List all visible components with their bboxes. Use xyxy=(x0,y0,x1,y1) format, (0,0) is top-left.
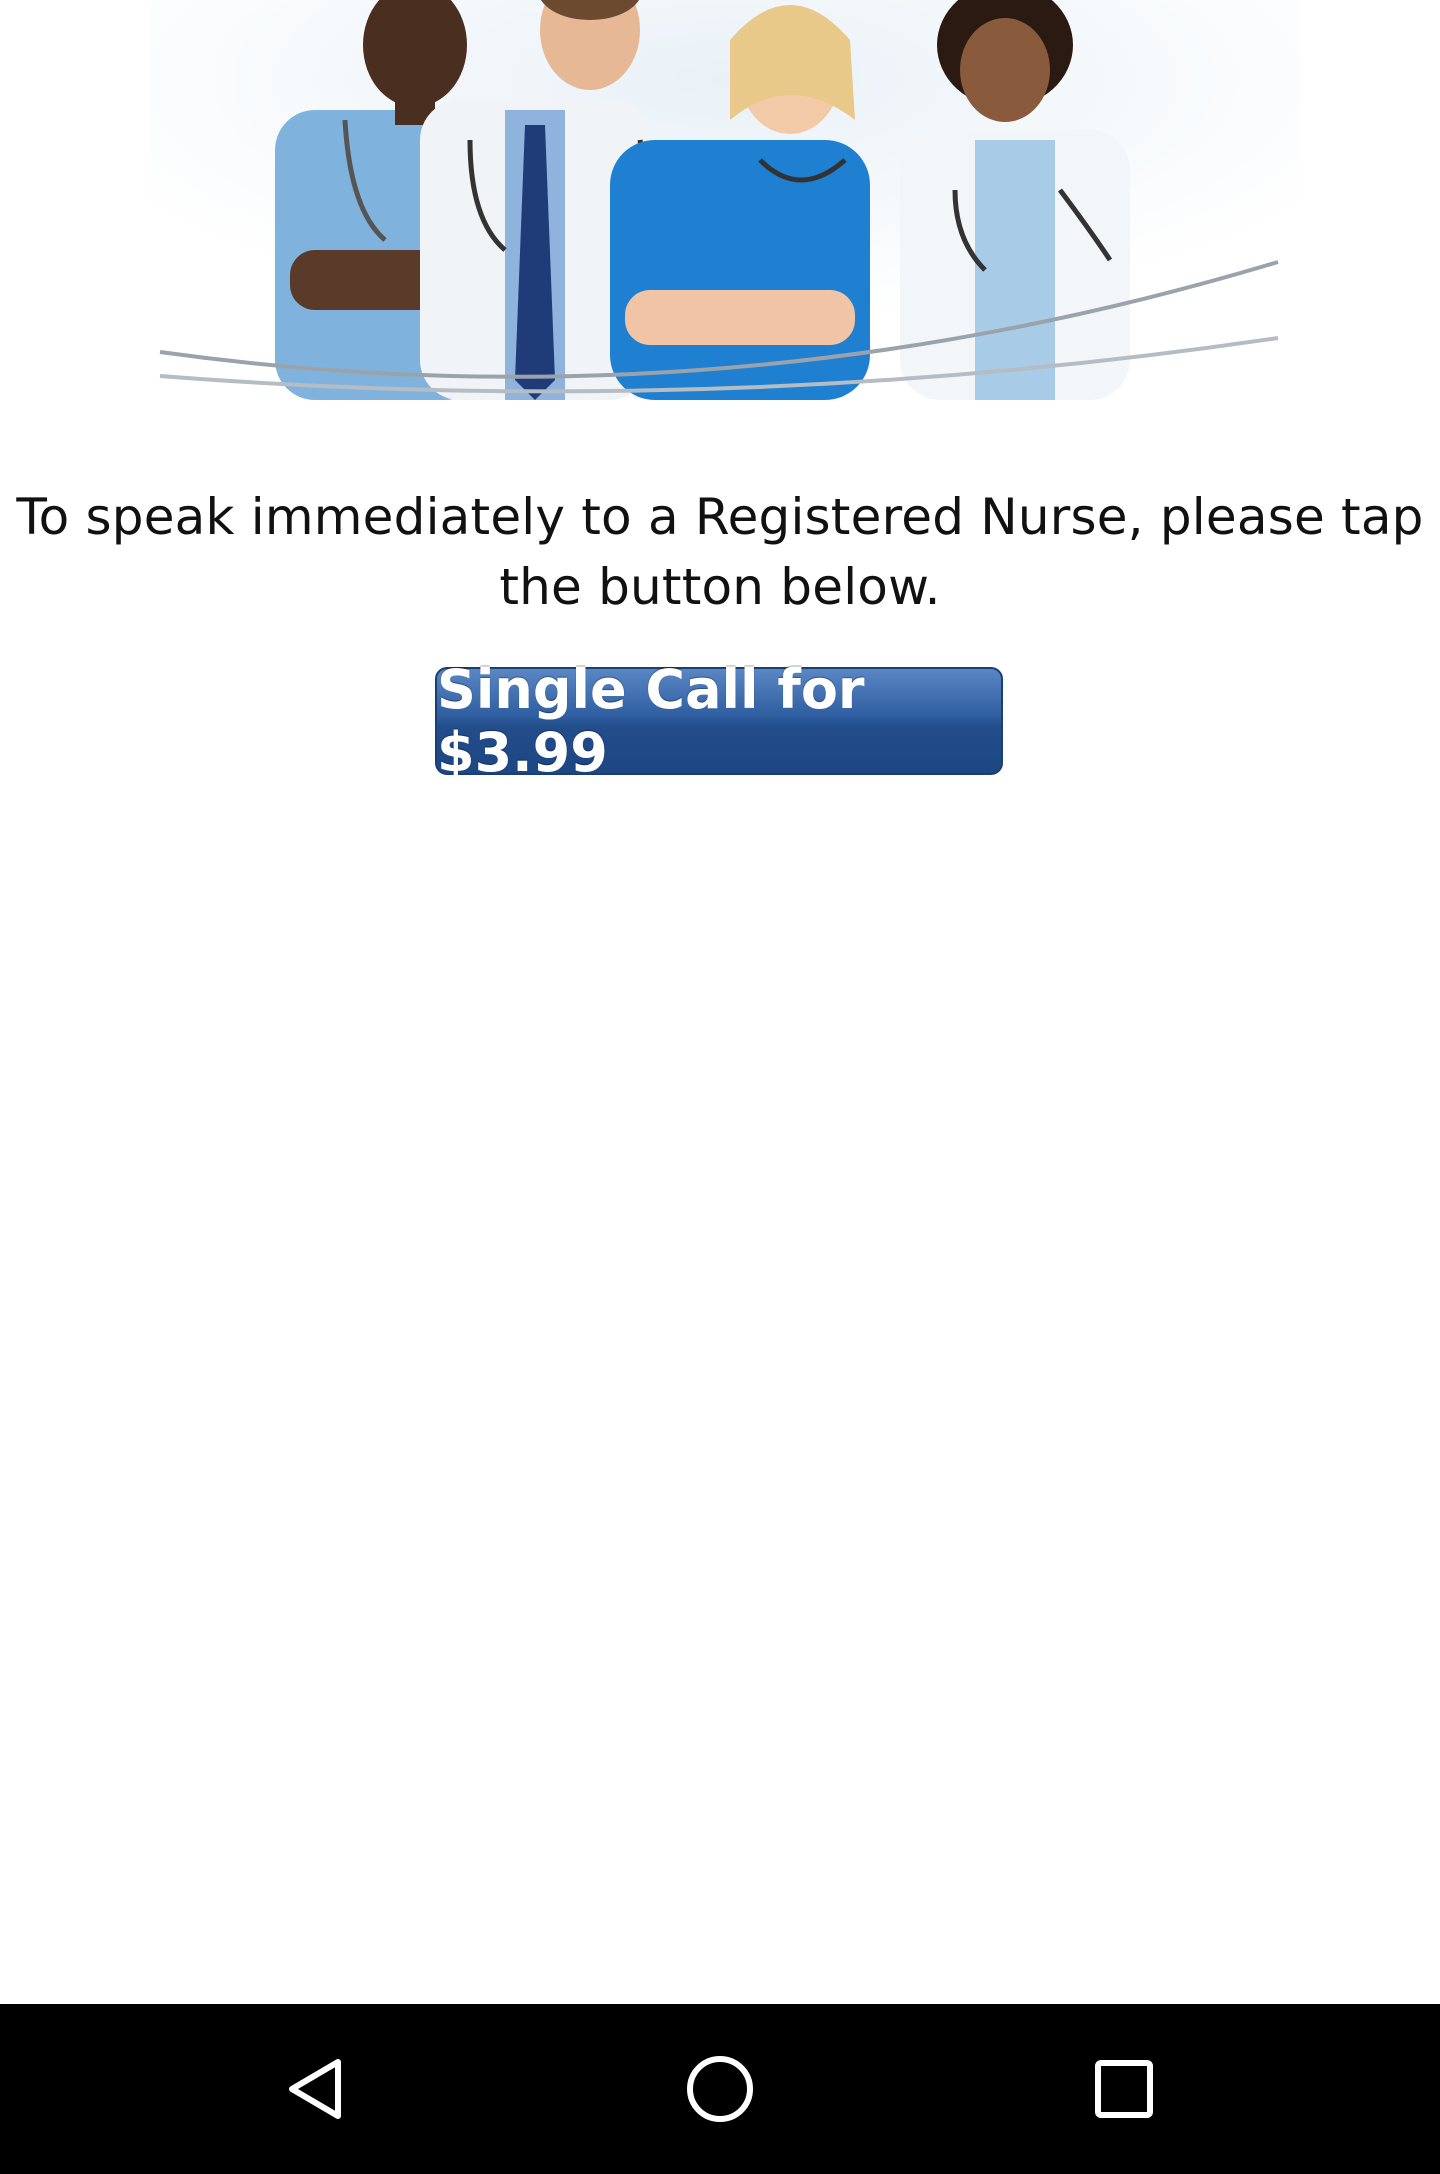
screen: To speak immediately to a Registered Nur… xyxy=(0,0,1440,2174)
recents-button[interactable] xyxy=(1064,2029,1184,2149)
home-button[interactable] xyxy=(660,2029,780,2149)
hero-image xyxy=(0,0,1440,420)
instruction-line-2: the button below. xyxy=(499,558,941,616)
navigation-bar xyxy=(0,2004,1440,2174)
instruction-line-1: To speak immediately to a Registered Nur… xyxy=(16,488,1424,546)
back-button[interactable] xyxy=(255,2029,375,2149)
home-circle-icon xyxy=(687,2056,753,2122)
instruction-text: To speak immediately to a Registered Nur… xyxy=(0,482,1440,622)
medical-staff-photo xyxy=(0,0,1440,420)
back-triangle-icon xyxy=(289,2059,341,2119)
single-call-button[interactable]: Single Call for $3.99 xyxy=(435,658,1003,784)
recents-square-icon xyxy=(1095,2060,1153,2118)
